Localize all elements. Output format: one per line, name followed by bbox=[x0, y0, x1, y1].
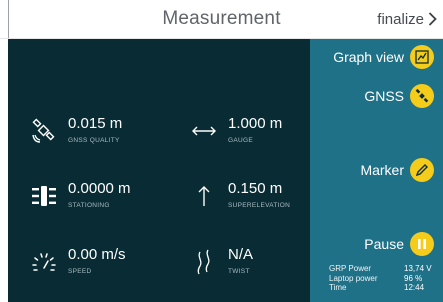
twist-label: TWIST bbox=[228, 268, 250, 275]
finalize-button[interactable]: finalize bbox=[377, 11, 437, 28]
metric-speed: 0.00 m/s SPEED bbox=[30, 246, 126, 276]
pause-icon bbox=[410, 232, 434, 256]
superelevation-value: 0.150 m bbox=[228, 180, 283, 197]
gnss-quality-label: GNSS QUALITY bbox=[68, 137, 120, 144]
status-value: 12:44 bbox=[404, 283, 425, 292]
stationing-value: 0.0000 m bbox=[68, 180, 131, 197]
pause-label: Pause bbox=[364, 236, 404, 252]
speedometer-icon bbox=[30, 248, 58, 276]
status-readout: GRP Power 13,74 V Laptop power 96 % Time… bbox=[329, 264, 434, 293]
metric-twist: N/A TWIST bbox=[190, 246, 253, 276]
double-arrow-icon bbox=[190, 117, 218, 145]
twist-value: N/A bbox=[228, 246, 254, 263]
header-bar: Measurement finalize bbox=[0, 0, 443, 39]
graph-view-label: Graph view bbox=[333, 49, 404, 65]
speed-label: SPEED bbox=[68, 268, 92, 275]
gnss-quality-value: 0.015 m bbox=[68, 115, 123, 132]
gauge-value: 1.000 m bbox=[228, 115, 283, 132]
chevron-right-icon bbox=[428, 12, 437, 27]
status-value: 13,74 V bbox=[404, 264, 432, 273]
status-value: 96 % bbox=[404, 273, 423, 283]
superelevation-label: SUPERELEVATION bbox=[228, 202, 291, 209]
up-arrow-icon bbox=[190, 182, 218, 210]
marker-label: Marker bbox=[360, 162, 404, 178]
marker-button[interactable]: Marker bbox=[360, 158, 434, 182]
gnss-label: GNSS bbox=[364, 88, 404, 104]
metric-superelevation: 0.150 m SUPERELEVATION bbox=[190, 180, 290, 210]
status-row: GRP Power 13,74 V bbox=[329, 264, 434, 274]
status-row: Time 12:44 bbox=[329, 283, 434, 293]
status-row: Laptop power 96 % bbox=[329, 274, 434, 284]
status-key: Time bbox=[329, 283, 347, 292]
pause-button[interactable]: Pause bbox=[364, 232, 434, 256]
graph-view-icon bbox=[410, 45, 434, 69]
pencil-icon bbox=[410, 158, 434, 182]
stationing-icon bbox=[30, 182, 58, 210]
metrics-panel: 0.015 m GNSS QUALITY 1.000 m GAUGE 0.000… bbox=[8, 39, 310, 302]
graph-view-button[interactable]: Graph view bbox=[333, 45, 434, 69]
status-key: GRP Power bbox=[329, 264, 372, 273]
gnss-button[interactable]: GNSS bbox=[364, 84, 434, 108]
satellite-icon bbox=[30, 117, 58, 145]
metric-gauge: 1.000 m GAUGE bbox=[190, 115, 282, 145]
metric-gnss-quality: 0.015 m GNSS QUALITY bbox=[30, 115, 122, 145]
metric-stationing: 0.0000 m STATIONING bbox=[30, 180, 131, 210]
finalize-label: finalize bbox=[377, 11, 424, 28]
gauge-label: GAUGE bbox=[228, 137, 253, 144]
stationing-label: STATIONING bbox=[68, 202, 110, 209]
status-key: Laptop power bbox=[329, 273, 378, 283]
speed-value: 0.00 m/s bbox=[68, 246, 126, 263]
twist-icon bbox=[190, 248, 218, 276]
gnss-satellite-icon bbox=[410, 84, 434, 108]
